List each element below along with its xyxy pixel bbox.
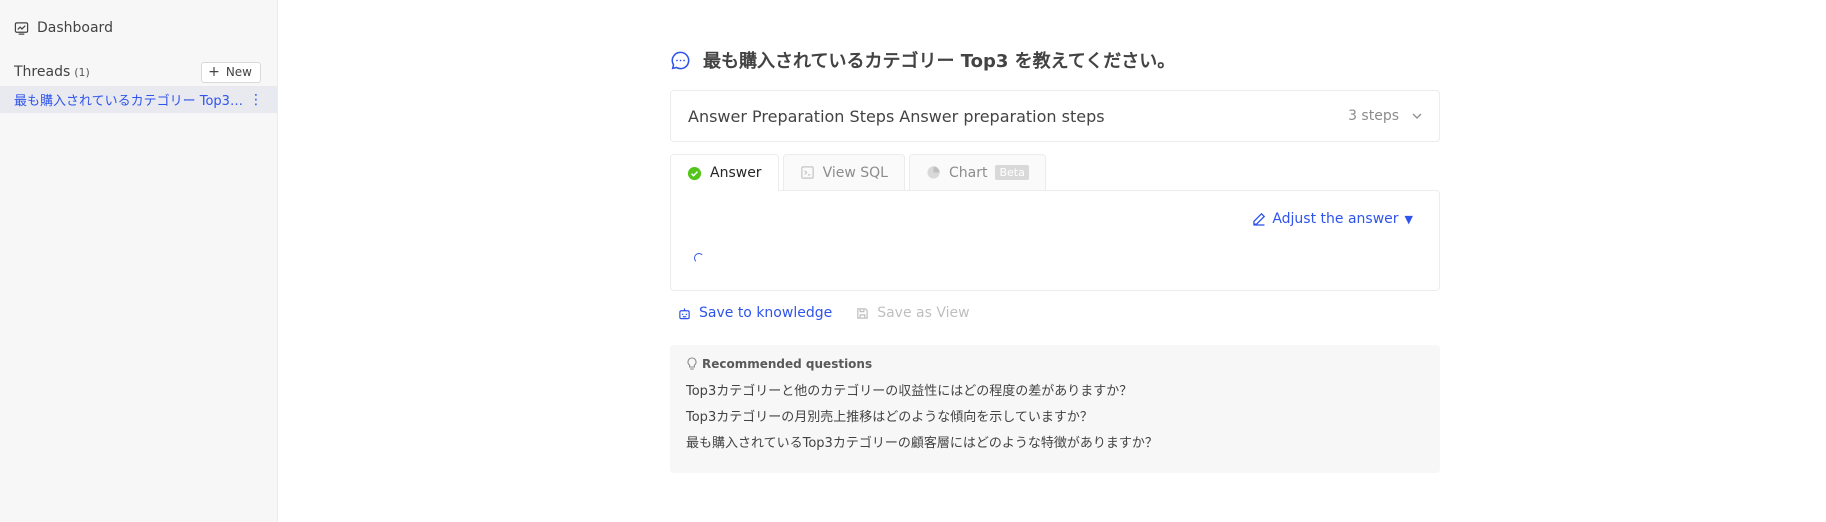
tab-view-sql[interactable]: View SQL bbox=[782, 154, 905, 190]
check-circle-icon bbox=[687, 166, 702, 180]
dashboard-link[interactable]: Dashboard bbox=[14, 17, 113, 39]
tab-view-sql-label: View SQL bbox=[822, 164, 888, 181]
recommended-title: Recommended questions bbox=[686, 357, 1424, 371]
recommended-question-item[interactable]: Top3カテゴリーと他のカテゴリーの収益性にはどの程度の差がありますか？ bbox=[686, 379, 1424, 405]
app: Dashboard Threads (1) + New 最も購入されているカテゴ… bbox=[0, 0, 1826, 522]
tab-answer[interactable]: Answer bbox=[670, 154, 779, 191]
steps-right: 3 steps bbox=[1348, 108, 1423, 124]
save-to-knowledge-button[interactable]: Save to knowledge bbox=[678, 305, 832, 321]
adjust-answer-dropdown[interactable]: Adjust the answer ▼ bbox=[1252, 211, 1413, 227]
plus-icon: + bbox=[208, 64, 220, 80]
recommended-questions: Recommended questions Top3カテゴリーと他のカテゴリーの… bbox=[670, 345, 1440, 473]
save-as-view-label: Save as View bbox=[877, 305, 970, 321]
dashboard-icon bbox=[14, 21, 29, 35]
answer-panel: Adjust the answer ▼ bbox=[670, 190, 1440, 291]
adjust-answer-label: Adjust the answer bbox=[1272, 211, 1399, 227]
chevron-down-icon bbox=[1412, 113, 1422, 119]
tab-chart[interactable]: Chart Beta bbox=[908, 154, 1046, 190]
steps-left: Answer Preparation Steps Answer preparat… bbox=[688, 107, 1105, 126]
threads-title-text: Threads bbox=[14, 64, 71, 80]
question-header: 最も購入されているカテゴリー Top3 を教えてください。 bbox=[670, 40, 1440, 80]
message-icon bbox=[671, 51, 690, 69]
tab-chart-label: Chart bbox=[948, 164, 988, 181]
answer-preparation-steps[interactable]: Answer Preparation Steps Answer preparat… bbox=[670, 90, 1440, 142]
save-icon bbox=[857, 307, 868, 319]
sql-icon bbox=[800, 166, 814, 179]
answer-tabs: Answer View SQL Chart Beta bbox=[670, 154, 1440, 191]
thread-item[interactable]: 最も購入されているカテゴリー Top3 ... ⋮ bbox=[0, 86, 277, 113]
tab-answer-label: Answer bbox=[710, 165, 762, 181]
steps-label: Answer preparation steps bbox=[899, 106, 1105, 126]
answer-actions: Save to knowledge Save as View bbox=[670, 303, 1440, 323]
dashboard-label: Dashboard bbox=[37, 20, 113, 36]
loading-spinner-icon bbox=[694, 253, 704, 263]
edit-icon bbox=[1253, 212, 1266, 226]
sidebar: Dashboard Threads (1) + New 最も購入されているカテゴ… bbox=[0, 0, 278, 522]
threads-header: Threads (1) + New bbox=[14, 61, 261, 83]
threads-count: (1) bbox=[74, 66, 90, 79]
recommended-question-item[interactable]: 最も購入されているTop3カテゴリーの顧客層にはどのような特徴がありますか？ bbox=[686, 431, 1424, 457]
beta-badge: Beta bbox=[995, 165, 1029, 180]
threads-title: Threads (1) bbox=[14, 64, 90, 80]
save-to-knowledge-label: Save to knowledge bbox=[699, 305, 833, 321]
main-content: 最も購入されているカテゴリー Top3 を教えてください。 Answer Pre… bbox=[670, 40, 1440, 473]
save-as-view-button[interactable]: Save as View bbox=[856, 305, 970, 321]
lightbulb-icon bbox=[687, 357, 697, 370]
new-thread-label: New bbox=[225, 65, 252, 79]
caret-down-icon: ▼ bbox=[1404, 212, 1413, 226]
question-text: 最も購入されているカテゴリー Top3 を教えてください。 bbox=[703, 51, 1176, 72]
steps-count: 3 steps bbox=[1348, 108, 1399, 124]
new-thread-button[interactable]: + New bbox=[201, 61, 261, 83]
recommended-title-text: Recommended questions bbox=[702, 357, 873, 371]
steps-image-alt: Answer Preparation Steps bbox=[688, 106, 895, 126]
more-vertical-icon[interactable]: ⋮ bbox=[249, 93, 263, 107]
thread-item-label: 最も購入されているカテゴリー Top3 ... bbox=[14, 94, 246, 109]
recommended-question-item[interactable]: Top3カテゴリーの月別売上推移はどのような傾向を示していますか？ bbox=[686, 405, 1424, 431]
pie-chart-icon bbox=[927, 166, 940, 179]
robot-icon bbox=[679, 307, 690, 319]
